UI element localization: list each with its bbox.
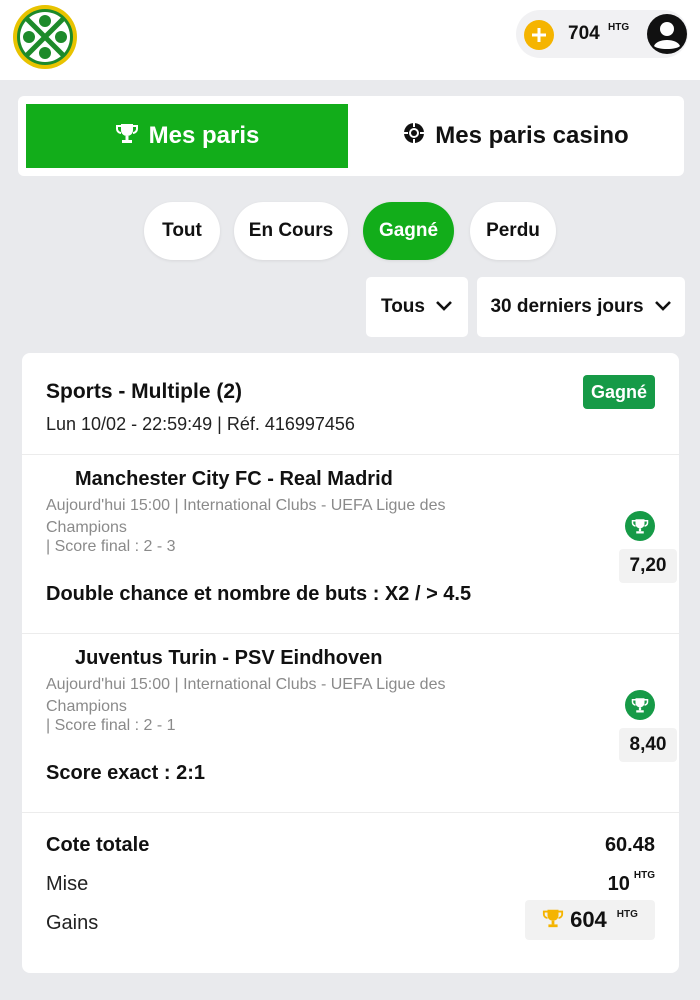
total-odds-value: 60.48	[604, 834, 655, 856]
user-avatar-icon[interactable]	[646, 13, 688, 55]
bet-type-dropdown[interactable]: Tous	[366, 277, 468, 337]
chip-icon	[403, 122, 425, 151]
balance-currency: HTG	[608, 22, 630, 33]
tab-mes-paris-casino[interactable]: Mes paris casino	[356, 104, 676, 168]
filter-perdu[interactable]: Perdu	[470, 202, 556, 260]
total-odds-row: Cote totale 60.48	[46, 834, 655, 864]
selection-market: Double chance et nombre de buts : X2 / >…	[46, 583, 472, 605]
selection-odd: 7,20	[619, 549, 677, 583]
status-badge: Gagné	[583, 375, 655, 409]
bet-card[interactable]: Sports - Multiple (2) Lun 10/02 - 22:59:…	[22, 353, 679, 973]
trophy-icon	[542, 907, 564, 934]
filter-gagne[interactable]: Gagné	[363, 202, 454, 260]
selection-item: Juventus Turin - PSV Eindhoven Aujourd'h…	[22, 634, 679, 812]
gains-label: Gains	[46, 912, 99, 934]
selection-odd: 8,40	[619, 728, 677, 762]
wallet-balance[interactable]: 704 HTG	[516, 10, 688, 58]
stake-value: 10	[607, 873, 630, 895]
bets-tabs: Mes paris Mes paris casino	[18, 96, 684, 176]
tab-mes-paris-casino-label: Mes paris casino	[435, 122, 629, 149]
plus-circle-icon[interactable]	[524, 20, 554, 50]
trophy-icon	[625, 511, 655, 541]
gains-value: 604	[570, 907, 607, 932]
chevron-down-icon	[435, 296, 453, 318]
gains-box: 604 HTG	[525, 900, 655, 940]
top-bar: 704 HTG	[0, 0, 700, 80]
stake-label: Mise	[46, 873, 89, 895]
sports-ball-logo-icon[interactable]	[11, 3, 79, 71]
trophy-icon	[115, 121, 139, 152]
stake-row: Mise 10 HTG	[46, 870, 655, 903]
balance-amount: 704	[568, 23, 600, 44]
bet-title: Sports - Multiple (2)	[46, 380, 242, 403]
selection-item: Manchester City FC - Real Madrid Aujourd…	[22, 455, 679, 633]
stake-currency: HTG	[633, 870, 655, 881]
selection-match: Juventus Turin - PSV Eindhoven	[75, 647, 383, 669]
period-dropdown[interactable]: 30 derniers jours	[477, 277, 685, 337]
filter-en-cours[interactable]: En Cours	[234, 202, 348, 260]
tab-mes-paris[interactable]: Mes paris	[26, 104, 348, 168]
divider	[22, 812, 679, 813]
selection-info: Aujourd'hui 15:00 | International Clubs …	[46, 497, 446, 536]
bet-type-value: Tous	[381, 296, 425, 317]
stake-amount: 10 HTG	[607, 870, 655, 896]
chevron-down-icon	[654, 296, 672, 318]
gains-row: Gains 604 HTG	[46, 900, 655, 942]
gains-currency: HTG	[616, 908, 638, 920]
selection-final-score: | Score final : 2 - 1	[46, 717, 176, 734]
selection-final-score: | Score final : 2 - 3	[46, 538, 176, 555]
bet-meta: Lun 10/02 - 22:59:49 | Réf. 416997456	[46, 414, 355, 434]
trophy-icon	[625, 690, 655, 720]
total-odds-label: Cote totale	[46, 834, 150, 856]
period-value: 30 derniers jours	[490, 296, 644, 317]
selection-match: Manchester City FC - Real Madrid	[75, 468, 393, 490]
filter-tout[interactable]: Tout	[144, 202, 220, 260]
selection-info: Aujourd'hui 15:00 | International Clubs …	[46, 676, 446, 715]
tab-mes-paris-label: Mes paris	[148, 122, 260, 149]
selection-market: Score exact : 2:1	[46, 762, 205, 784]
